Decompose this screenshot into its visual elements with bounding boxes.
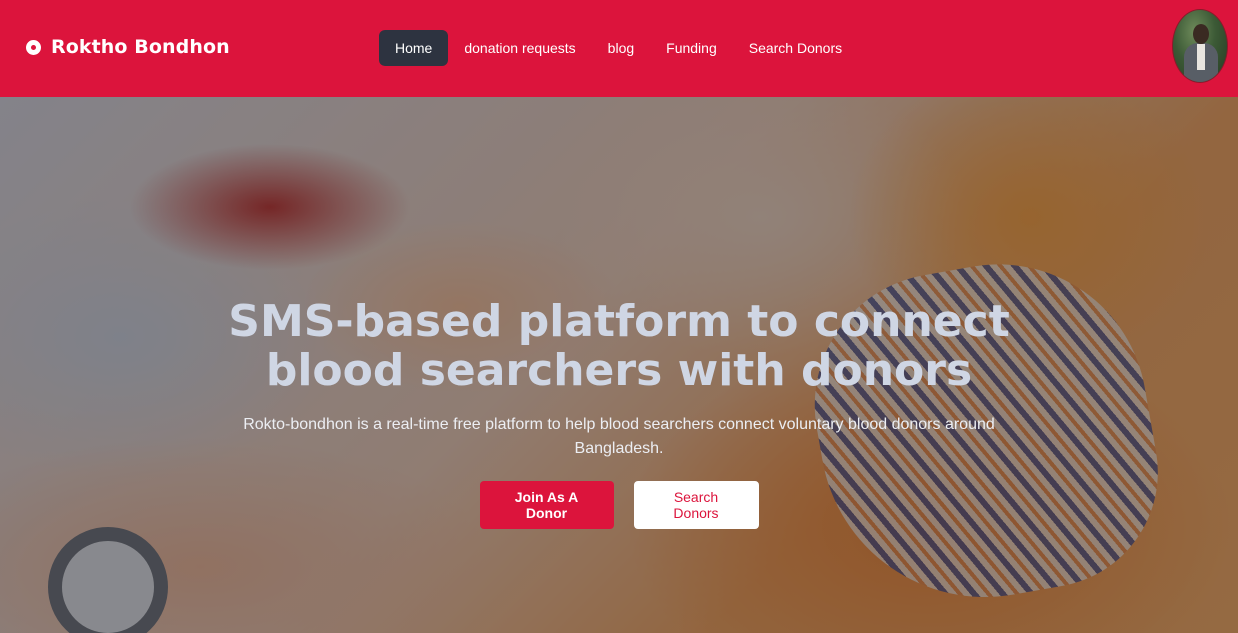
hero-title: SMS-based platform to connect blood sear… — [0, 297, 1238, 395]
nav-item-funding[interactable]: Funding — [650, 30, 733, 66]
brand-name: Roktho Bondhon — [51, 36, 230, 58]
brand-logo[interactable]: Roktho Bondhon — [26, 36, 230, 58]
blood-drop-icon — [26, 39, 41, 55]
avatar-shirt — [1197, 44, 1205, 70]
hero-actions: Join As A Donor Search Donors — [0, 481, 1238, 529]
hero-subtitle: Rokto-bondhon is a real-time free platfo… — [243, 416, 995, 457]
avatar-head — [1193, 24, 1209, 44]
nav-item-home[interactable]: Home — [379, 30, 449, 66]
hero-banner: SMS-based platform to connect blood sear… — [0, 97, 1238, 633]
hero-title-line-1: SMS-based platform to connect — [228, 296, 1010, 347]
nav-item-search-donors[interactable]: Search Donors — [733, 30, 858, 66]
nav-item-blog[interactable]: blog — [592, 30, 650, 66]
search-donors-button[interactable]: Search Donors — [633, 481, 759, 529]
hero-title-line-2: blood searchers with donors — [265, 345, 973, 396]
hero-content: SMS-based platform to connect blood sear… — [0, 97, 1238, 633]
top-navbar: Roktho Bondhon Home donation requests bl… — [0, 0, 1238, 97]
join-as-donor-button[interactable]: Join As A Donor — [479, 481, 614, 529]
main-nav: Home donation requests blog Funding Sear… — [379, 30, 858, 66]
nav-item-donation-requests[interactable]: donation requests — [448, 30, 591, 66]
user-avatar[interactable] — [1172, 9, 1228, 83]
